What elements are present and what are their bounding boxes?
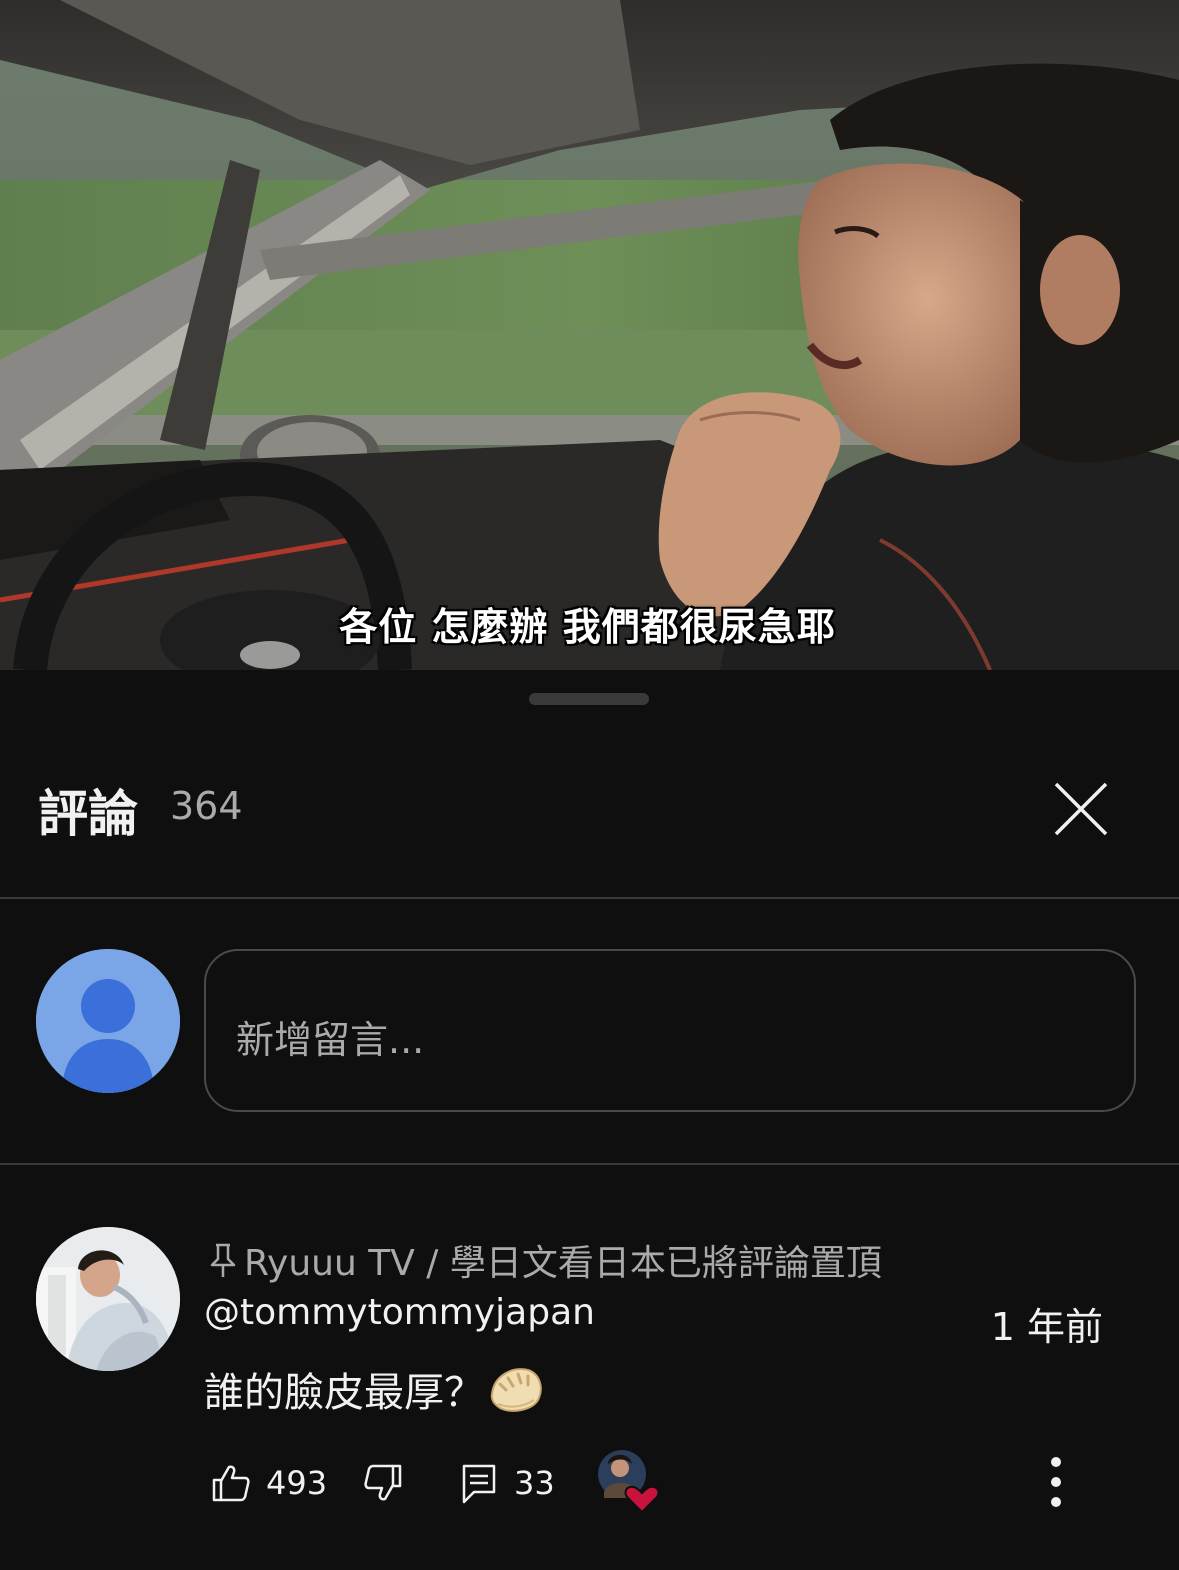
video-subtitle: 各位 怎麼辦 我們都很尿急耶 <box>339 605 836 649</box>
thumbs-down-icon <box>364 1464 402 1501</box>
pinned-by-text: Ryuuu TV / 學日文看日本已將評論置頂 <box>244 1243 882 1284</box>
more-options-button[interactable] <box>1036 1452 1076 1514</box>
reply-button[interactable]: 33 <box>460 1455 555 1511</box>
reply-icon <box>462 1464 496 1504</box>
reply-count: 33 <box>514 1464 555 1502</box>
comment-author-avatar[interactable] <box>36 1227 180 1371</box>
like-count: 493 <box>266 1464 328 1502</box>
comment-author-handle[interactable]: @tommytommyjapan <box>204 1292 595 1333</box>
dumpling-emoji-icon <box>490 1368 542 1412</box>
video-player[interactable]: 各位 怎麼辦 我們都很尿急耶 <box>0 0 1179 670</box>
comment-body: 誰的臉皮最厚？ <box>204 1360 544 1418</box>
add-comment-input[interactable]: 新增留言... <box>204 949 1136 1112</box>
pin-icon <box>210 1243 236 1277</box>
dislike-button[interactable] <box>362 1455 404 1511</box>
author-avatar-image <box>36 1227 180 1371</box>
comments-header: 評論 364 <box>0 760 1179 850</box>
creator-heart-icon <box>598 1450 660 1514</box>
composer-divider <box>0 1163 1179 1165</box>
close-button[interactable] <box>1046 768 1118 840</box>
comments-title: 評論 <box>38 785 138 843</box>
comments-count: 364 <box>170 784 243 828</box>
default-avatar-icon <box>36 949 180 1093</box>
add-comment-placeholder: 新增留言... <box>236 1018 425 1062</box>
like-button[interactable]: 493 <box>210 1455 327 1511</box>
video-frame-image <box>0 0 1179 670</box>
close-icon <box>1054 782 1108 836</box>
header-divider <box>0 897 1179 899</box>
pinned-label: Ryuuu TV / 學日文看日本已將評論置頂 <box>208 1234 882 1286</box>
sheet-drag-handle[interactable] <box>529 693 649 705</box>
current-user-avatar <box>36 949 180 1093</box>
thumbs-up-icon <box>212 1465 250 1502</box>
comments-screen: 各位 怎麼辦 我們都很尿急耶 評論 364 新增留言... Ryuuu TV /… <box>0 0 1179 1570</box>
comment-text: 誰的臉皮最厚？ <box>204 1370 484 1416</box>
comment-timestamp: 1 年前 <box>990 1305 1103 1349</box>
creator-heart-badge <box>598 1450 660 1514</box>
more-vert-icon <box>1051 1457 1061 1507</box>
